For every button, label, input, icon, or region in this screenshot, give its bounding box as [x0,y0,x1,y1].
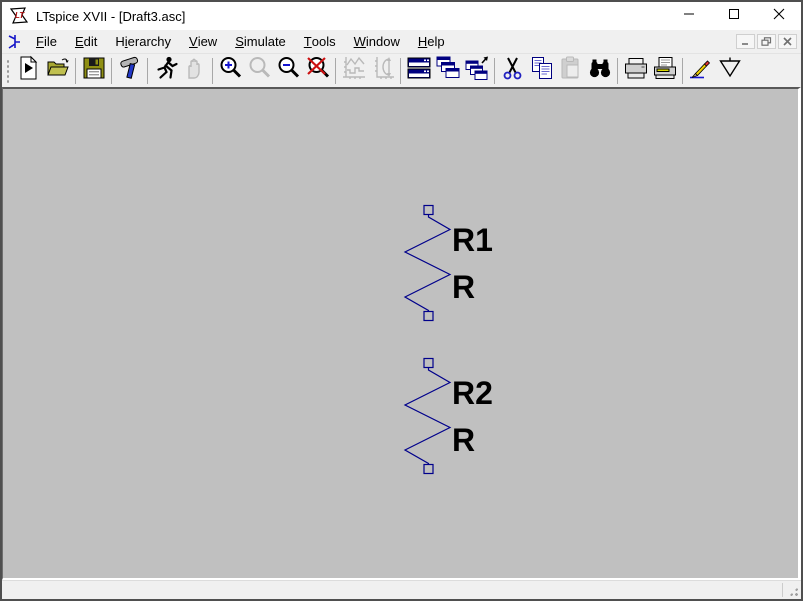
control-panel-icon [117,55,143,86]
find-button[interactable] [585,56,614,85]
cut-icon [500,55,526,86]
toolbar-separator [335,58,336,84]
component-designator-R1[interactable]: R1 [452,224,493,256]
schematic-canvas[interactable]: R1 R R2 R [2,87,801,580]
mdi-close-icon [782,33,793,51]
print-setup-icon [652,55,678,86]
toolbar-separator [75,58,76,84]
menu-help[interactable]: Help [409,30,454,53]
component-value-R2[interactable]: R [452,424,475,456]
new-schematic-button[interactable] [14,56,43,85]
autorange-y-axis-icon [341,55,367,86]
wire-button[interactable] [686,56,715,85]
run-button[interactable] [151,56,180,85]
close-icon [773,7,785,25]
menu-items: FileEditHierarchyViewSimulateToolsWindow… [27,30,454,53]
plot-settings-button [368,56,397,85]
mdi-restore-icon [761,33,772,51]
toolbar-separator [617,58,618,84]
zoom-full-extents-button[interactable] [303,56,332,85]
menu-view[interactable]: View [180,30,226,53]
zoom-out-icon [276,55,302,86]
cascade-windows-button[interactable] [433,56,462,85]
toolbar-grip-handle[interactable] [5,58,11,84]
find-icon [587,55,613,86]
schematic-document-icon[interactable] [5,33,27,51]
print-setup-button[interactable] [650,56,679,85]
toolbar-separator [494,58,495,84]
maximize-button[interactable] [711,2,756,30]
zoom-back-button [245,56,274,85]
save-button[interactable] [79,56,108,85]
autorange-y-axis-button [339,56,368,85]
menu-simulate[interactable]: Simulate [226,30,295,53]
control-panel-button[interactable] [115,56,144,85]
app-window: LT LTspice XVII - [Draft3.asc] FileEditH… [0,0,803,601]
halt-icon [182,55,208,86]
zoom-back-icon [247,55,273,86]
paste-icon [558,55,584,86]
resize-grip[interactable] [787,585,800,598]
zoom-in-button[interactable] [216,56,245,85]
paste-button [556,56,585,85]
mdi-minimize-icon [740,33,751,51]
toolbar-buttons [14,56,744,85]
zoom-out-button[interactable] [274,56,303,85]
print-icon [623,55,649,86]
save-icon [81,55,107,86]
svg-text:LT: LT [15,11,25,20]
caption-buttons [666,2,801,30]
copy-icon [529,55,555,86]
zoom-in-icon [218,55,244,86]
status-bar [2,580,801,599]
menu-window[interactable]: Window [345,30,409,53]
plot-settings-icon [370,55,396,86]
ltspice-logo-icon: LT [9,7,29,25]
toolbar-separator [212,58,213,84]
menu-bar: FileEditHierarchyViewSimulateToolsWindow… [2,30,801,54]
child-restore-button[interactable] [757,34,776,49]
print-button[interactable] [621,56,650,85]
toolbar [2,54,801,87]
cascade-arrange-icon [464,55,490,86]
tile-windows-button[interactable] [404,56,433,85]
copy-button[interactable] [527,56,556,85]
window-title: LTspice XVII - [Draft3.asc] [36,9,666,24]
toolbar-separator [147,58,148,84]
cascade-arrange-button[interactable] [462,56,491,85]
menu-hierarchy[interactable]: Hierarchy [106,30,180,53]
resistor-symbol-R2[interactable] [403,356,453,481]
component-value-R1[interactable]: R [452,271,475,303]
run-icon [153,55,179,86]
title-bar: LT LTspice XVII - [Draft3.asc] [2,2,801,30]
menu-tools[interactable]: Tools [295,30,345,53]
open-icon [45,55,71,86]
cascade-windows-icon [435,55,461,86]
ground-icon [717,55,743,86]
new-schematic-icon [16,55,42,86]
child-minimize-button[interactable] [736,34,755,49]
tile-windows-icon [406,55,432,86]
halt-button [180,56,209,85]
open-button[interactable] [43,56,72,85]
toolbar-separator [682,58,683,84]
wire-icon [688,55,714,86]
toolbar-separator [111,58,112,84]
menu-file[interactable]: File [27,30,66,53]
minimize-icon [683,7,695,25]
zoom-full-extents-icon [305,55,331,86]
minimize-button[interactable] [666,2,711,30]
child-close-button[interactable] [778,34,797,49]
maximize-icon [728,7,740,25]
toolbar-separator [400,58,401,84]
close-button[interactable] [756,2,801,30]
cut-button[interactable] [498,56,527,85]
ground-button[interactable] [715,56,744,85]
status-bar-divider [782,583,783,597]
child-window-buttons [734,34,797,49]
component-designator-R2[interactable]: R2 [452,377,493,409]
resistor-symbol-R1[interactable] [403,203,453,328]
menu-edit[interactable]: Edit [66,30,106,53]
